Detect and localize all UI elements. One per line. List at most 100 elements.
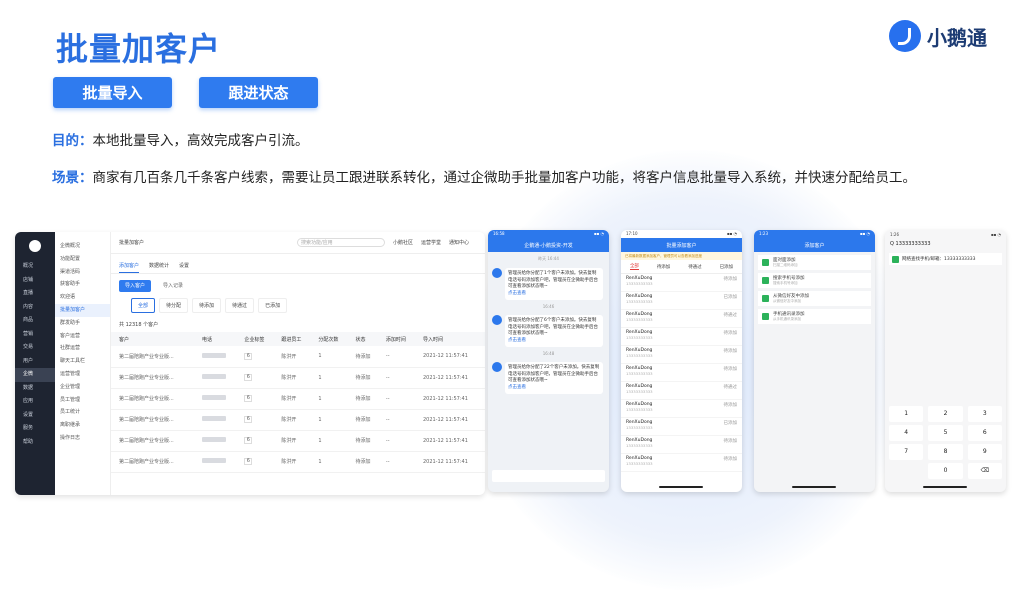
nav-item[interactable]: 店铺: [15, 274, 55, 288]
chat-input[interactable]: [492, 470, 605, 482]
follow-status-button[interactable]: 跟进状态: [199, 77, 318, 108]
list-tab[interactable]: 待通过: [688, 264, 702, 270]
cell-customer: 第二届陪跑产业专业版...: [111, 451, 195, 473]
add-option[interactable]: 从微信好友中添加 从微信好友中添加: [758, 291, 871, 306]
nav-item[interactable]: 数据: [15, 382, 55, 396]
sub-nav-item[interactable]: 员工管理: [55, 394, 110, 407]
batch-import-button[interactable]: 批量导入: [53, 77, 172, 108]
list-item-info: RenXuDong 13333333333: [626, 348, 653, 361]
add-option[interactable]: 手机通讯录添加 从手机通讯录添加: [758, 309, 871, 324]
search-result[interactable]: 网络查找手机/邮箱：13333333333: [889, 253, 1002, 265]
list-item[interactable]: RenXuDong 13333333333 已添加: [621, 418, 742, 436]
list-tab[interactable]: 已添加: [720, 264, 734, 270]
dial-key[interactable]: 1: [889, 406, 924, 422]
add-option[interactable]: 面对面添加 扫描二维码添加: [758, 255, 871, 270]
console-tab[interactable]: 数据统计: [149, 262, 169, 273]
status-filter[interactable]: 待添加: [192, 298, 222, 313]
sub-nav-item[interactable]: 批量加客户: [55, 303, 110, 317]
table-row[interactable]: 第二届陪跑产业专业版... 6 陈洪开 1 待添加 -- 2021-12 11:57:41: [111, 367, 485, 389]
sub-nav-item[interactable]: 欢迎语: [55, 291, 110, 304]
status-bar: 16:58 ▪▪ ◔: [488, 230, 609, 238]
sub-nav-item[interactable]: 功能配置: [55, 253, 110, 266]
nav-item[interactable]: 直播: [15, 287, 55, 301]
add-state: 已添加: [723, 421, 738, 426]
list-item[interactable]: RenXuDong 13333333333 待添加: [621, 274, 742, 292]
masked-phone: [202, 352, 227, 358]
nav-item[interactable]: 商品: [15, 314, 55, 328]
add-option[interactable]: 搜索手机号添加 搜索手机号添加: [758, 273, 871, 288]
list-item[interactable]: RenXuDong 13333333333 待通过: [621, 382, 742, 400]
dial-key[interactable]: 5: [928, 425, 963, 441]
sub-nav-item[interactable]: 获客助手: [55, 278, 110, 291]
sub-nav-item[interactable]: 渠道活码: [55, 266, 110, 279]
list-item[interactable]: RenXuDong 13333333333 待添加: [621, 364, 742, 382]
sub-nav-item[interactable]: 运营管理: [55, 368, 110, 381]
nav-item[interactable]: 企微: [15, 368, 55, 382]
sub-nav-item[interactable]: 企微概况: [55, 240, 110, 253]
top-link-notice[interactable]: 通知中心: [449, 239, 469, 246]
sub-nav-item[interactable]: 离职继承: [55, 419, 110, 432]
message-link[interactable]: 点击查看: [508, 338, 526, 343]
nav-item[interactable]: 营销: [15, 328, 55, 342]
status-filter[interactable]: 全部: [131, 298, 156, 313]
nav-item[interactable]: 用户: [15, 355, 55, 369]
nav-item[interactable]: 交易: [15, 341, 55, 355]
sub-nav-item[interactable]: 聊天工具栏: [55, 355, 110, 368]
cell-added: --: [377, 409, 415, 431]
table-row[interactable]: 第二届陪跑产业专业版... 6 陈洪开 1 待添加 -- 2021-12 11:57:41: [111, 346, 485, 368]
chat-header: 企鹅通-小鹅投资-开发: [488, 238, 609, 252]
sub-nav-item[interactable]: 客户运营: [55, 330, 110, 343]
nav-item[interactable]: 概况: [15, 260, 55, 274]
list-item[interactable]: RenXuDong 13333333333 待添加: [621, 436, 742, 454]
status-filter[interactable]: 待通过: [225, 298, 255, 313]
nav-item[interactable]: 帮助: [15, 436, 55, 450]
tag-count: 6: [244, 395, 253, 402]
import-customers-button[interactable]: 导入客户: [119, 280, 152, 292]
sub-nav-item[interactable]: 员工统计: [55, 406, 110, 419]
list-item[interactable]: RenXuDong 13333333333 待添加: [621, 454, 742, 472]
table-row[interactable]: 第二届陪跑产业专业版... 6 陈洪开 1 待添加 -- 2021-12 11:57:41: [111, 451, 485, 473]
cell-status: 待添加: [347, 388, 378, 410]
list-item[interactable]: RenXuDong 13333333333 待添加: [621, 346, 742, 364]
list-item[interactable]: RenXuDong 13333333333 待通过: [621, 310, 742, 328]
status-filter[interactable]: 已添加: [258, 298, 288, 313]
list-item[interactable]: RenXuDong 13333333333 待添加: [621, 400, 742, 418]
cell-staff: 陈洪开: [273, 367, 311, 389]
dial-key[interactable]: 2: [928, 406, 963, 422]
table-row[interactable]: 第二届陪跑产业专业版... 6 陈洪开 1 待添加 -- 2021-12 11:57:41: [111, 388, 485, 410]
sub-nav-item[interactable]: 群发助手: [55, 317, 110, 330]
list-item[interactable]: RenXuDong 13333333333 待添加: [621, 328, 742, 346]
dial-key[interactable]: 4: [889, 425, 924, 441]
dial-key[interactable]: 9: [967, 444, 1002, 460]
nav-item[interactable]: 设置: [15, 409, 55, 423]
nav-item[interactable]: 应用: [15, 395, 55, 409]
table-row[interactable]: 第二届陪跑产业专业版... 6 陈洪开 1 待添加 -- 2021-12 11:57:41: [111, 409, 485, 431]
list-item[interactable]: RenXuDong 13333333333 已添加: [621, 292, 742, 310]
console-search-input[interactable]: 搜索功能/应用: [297, 238, 385, 247]
list-tab[interactable]: 全部: [629, 263, 639, 270]
dial-key[interactable]: 7: [889, 444, 924, 460]
console-tab[interactable]: 添加客户: [119, 262, 140, 273]
table-row[interactable]: 第二届陪跑产业专业版... 6 陈洪开 1 待添加 -- 2021-12 11:57:41: [111, 430, 485, 452]
dial-key[interactable]: 6: [967, 425, 1002, 441]
status-bar: 1:26 ▪▪ ◔: [885, 230, 1006, 239]
dial-key[interactable]: 0: [928, 463, 963, 479]
search-number-input[interactable]: Q 13333333333: [885, 239, 1006, 249]
dial-key[interactable]: 3: [967, 406, 1002, 422]
message: 管理员给你分配了6个客户未添加。快去复制电话号码添加客户吧，管理员在企微助手后台…: [492, 315, 603, 347]
top-link-school[interactable]: 运营学堂: [421, 239, 441, 246]
console-tab[interactable]: 设置: [179, 262, 189, 273]
backspace-icon[interactable]: ⌫: [967, 463, 1002, 479]
message-link[interactable]: 点击查看: [508, 291, 526, 296]
list-tab[interactable]: 待添加: [657, 264, 671, 270]
nav-item[interactable]: 内容: [15, 301, 55, 315]
sub-nav-item[interactable]: 操作日志: [55, 432, 110, 445]
sub-nav-item[interactable]: 企业管理: [55, 381, 110, 394]
import-records-button[interactable]: 导入记录: [157, 280, 189, 292]
dial-key[interactable]: 8: [928, 444, 963, 460]
status-filter[interactable]: 待分配: [159, 298, 189, 313]
sub-nav-item[interactable]: 社群运营: [55, 342, 110, 355]
nav-item[interactable]: 服务: [15, 422, 55, 436]
message-link[interactable]: 点击查看: [508, 385, 526, 390]
top-link-community[interactable]: 小鹅社区: [393, 239, 413, 246]
